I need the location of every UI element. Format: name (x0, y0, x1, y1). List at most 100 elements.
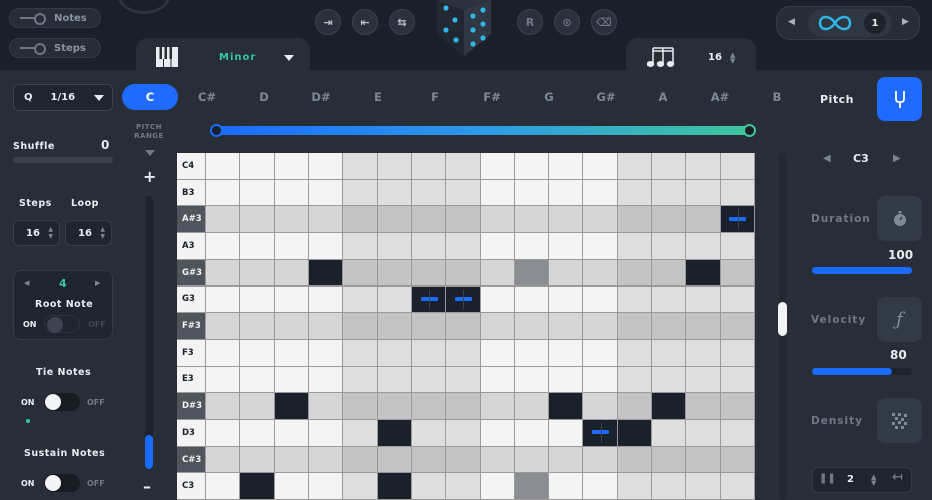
grid-cell[interactable] (514, 286, 549, 313)
grid-cell[interactable] (652, 446, 686, 473)
grid-cell[interactable] (583, 313, 617, 339)
grid-cell[interactable] (480, 179, 514, 206)
root-note-toggle[interactable] (44, 315, 80, 333)
root-prev-icon[interactable]: ◀ (24, 279, 29, 287)
grid-cell[interactable] (274, 206, 308, 233)
grid-cell[interactable] (377, 366, 411, 393)
grid-cell[interactable] (617, 366, 652, 393)
velocity-button[interactable]: ƒ (877, 297, 922, 342)
grid-cell[interactable] (549, 313, 583, 339)
grid-cell[interactable] (617, 339, 652, 366)
grid-cell[interactable] (583, 339, 617, 366)
grid-cell[interactable] (583, 233, 617, 259)
range-start-handle[interactable] (210, 124, 223, 137)
grid-cell[interactable] (686, 206, 720, 233)
grid-cell[interactable] (308, 259, 343, 286)
grid-cell[interactable] (343, 473, 377, 500)
key-d-sharp[interactable]: D# (301, 84, 341, 110)
grid-cell[interactable] (240, 206, 274, 233)
grid-cell[interactable] (514, 473, 549, 500)
grid-cell[interactable] (274, 393, 308, 419)
grid-cell[interactable] (686, 366, 720, 393)
grid-cell[interactable] (720, 153, 754, 179)
grid-cell[interactable] (377, 420, 411, 446)
grid-cell[interactable] (480, 259, 514, 286)
grid-cell[interactable] (549, 446, 583, 473)
grid-cell[interactable] (514, 393, 549, 419)
grid-cell[interactable] (480, 286, 514, 313)
grid-cell[interactable] (549, 206, 583, 233)
key-f[interactable]: F (415, 84, 455, 110)
grid-cell[interactable] (446, 473, 480, 500)
grid-cell[interactable] (411, 473, 446, 500)
grid-cell[interactable] (652, 286, 686, 313)
grid-cell[interactable] (411, 393, 446, 419)
grid-cell[interactable] (617, 179, 652, 206)
grid-cell[interactable] (480, 420, 514, 446)
grid-cell[interactable] (686, 179, 720, 206)
footer-value[interactable]: 2 (847, 474, 854, 485)
grid-cell[interactable] (480, 153, 514, 179)
grid-cell[interactable] (514, 446, 549, 473)
quantize-dropdown-icon[interactable] (94, 95, 104, 101)
grid-cell[interactable] (514, 206, 549, 233)
zoom-slider[interactable] (145, 196, 153, 470)
grid-cell[interactable] (514, 153, 549, 179)
grid-cell[interactable] (240, 366, 274, 393)
grid-cell[interactable] (549, 153, 583, 179)
velocity-slider[interactable] (812, 368, 912, 375)
grid-cell[interactable] (583, 206, 617, 233)
sustain-notes-toggle[interactable] (44, 474, 80, 492)
pitch-range-dropdown-icon[interactable] (145, 150, 155, 156)
octave-prev-icon[interactable]: ◀ (823, 153, 831, 164)
shift-left-button[interactable]: ⇤ (352, 9, 378, 35)
grid-cell[interactable] (343, 153, 377, 179)
grid-cell[interactable] (206, 179, 240, 206)
grid-cell[interactable] (274, 233, 308, 259)
grid-cell[interactable] (377, 339, 411, 366)
grid-cell[interactable] (343, 259, 377, 286)
note-count-stepper-icon[interactable]: ▲ ▼ (730, 52, 735, 65)
grid-cell[interactable] (549, 233, 583, 259)
grid-cell[interactable] (274, 366, 308, 393)
grid-cell[interactable] (652, 339, 686, 366)
swap-button[interactable]: ⇆ (389, 9, 415, 35)
grid-cell[interactable] (720, 473, 754, 500)
grid-cell[interactable] (480, 366, 514, 393)
grid-cell[interactable] (686, 153, 720, 179)
grid-cell[interactable] (240, 233, 274, 259)
grid-cell[interactable] (720, 446, 754, 473)
grid-cell[interactable] (583, 286, 617, 313)
tie-notes-toggle[interactable] (44, 393, 80, 411)
grid-cell[interactable] (720, 259, 754, 286)
grid-cell[interactable] (274, 259, 308, 286)
grid-cell[interactable] (343, 313, 377, 339)
scale-select[interactable]: Minor (219, 52, 256, 63)
grid-cell[interactable] (240, 446, 274, 473)
key-g[interactable]: G (529, 84, 569, 110)
grid-cell[interactable] (514, 420, 549, 446)
grid-cell[interactable] (240, 393, 274, 419)
grid-cell[interactable] (686, 446, 720, 473)
pitch-range-slider[interactable] (213, 126, 753, 135)
grid-cell[interactable] (720, 339, 754, 366)
grid-cell[interactable] (446, 233, 480, 259)
grid-cell[interactable] (377, 473, 411, 500)
grid-cell[interactable] (411, 233, 446, 259)
grid-cell[interactable] (274, 473, 308, 500)
grid-cell[interactable] (377, 259, 411, 286)
grid-cell[interactable] (411, 420, 446, 446)
grid-cell[interactable] (549, 420, 583, 446)
grid-cell[interactable] (377, 206, 411, 233)
grid-cell[interactable] (446, 313, 480, 339)
grid-cell[interactable] (720, 313, 754, 339)
grid-cell[interactable] (377, 313, 411, 339)
grid-cell[interactable] (480, 393, 514, 419)
grid-cell[interactable] (240, 339, 274, 366)
grid-cell[interactable] (652, 259, 686, 286)
grid-cell[interactable] (377, 286, 411, 313)
steps-stepper[interactable]: 16 ▲ ▼ (13, 220, 60, 246)
footer-stepper-icon[interactable]: ▲ ▼ (871, 474, 876, 487)
grid-cell[interactable] (686, 473, 720, 500)
grid-cell[interactable] (686, 420, 720, 446)
